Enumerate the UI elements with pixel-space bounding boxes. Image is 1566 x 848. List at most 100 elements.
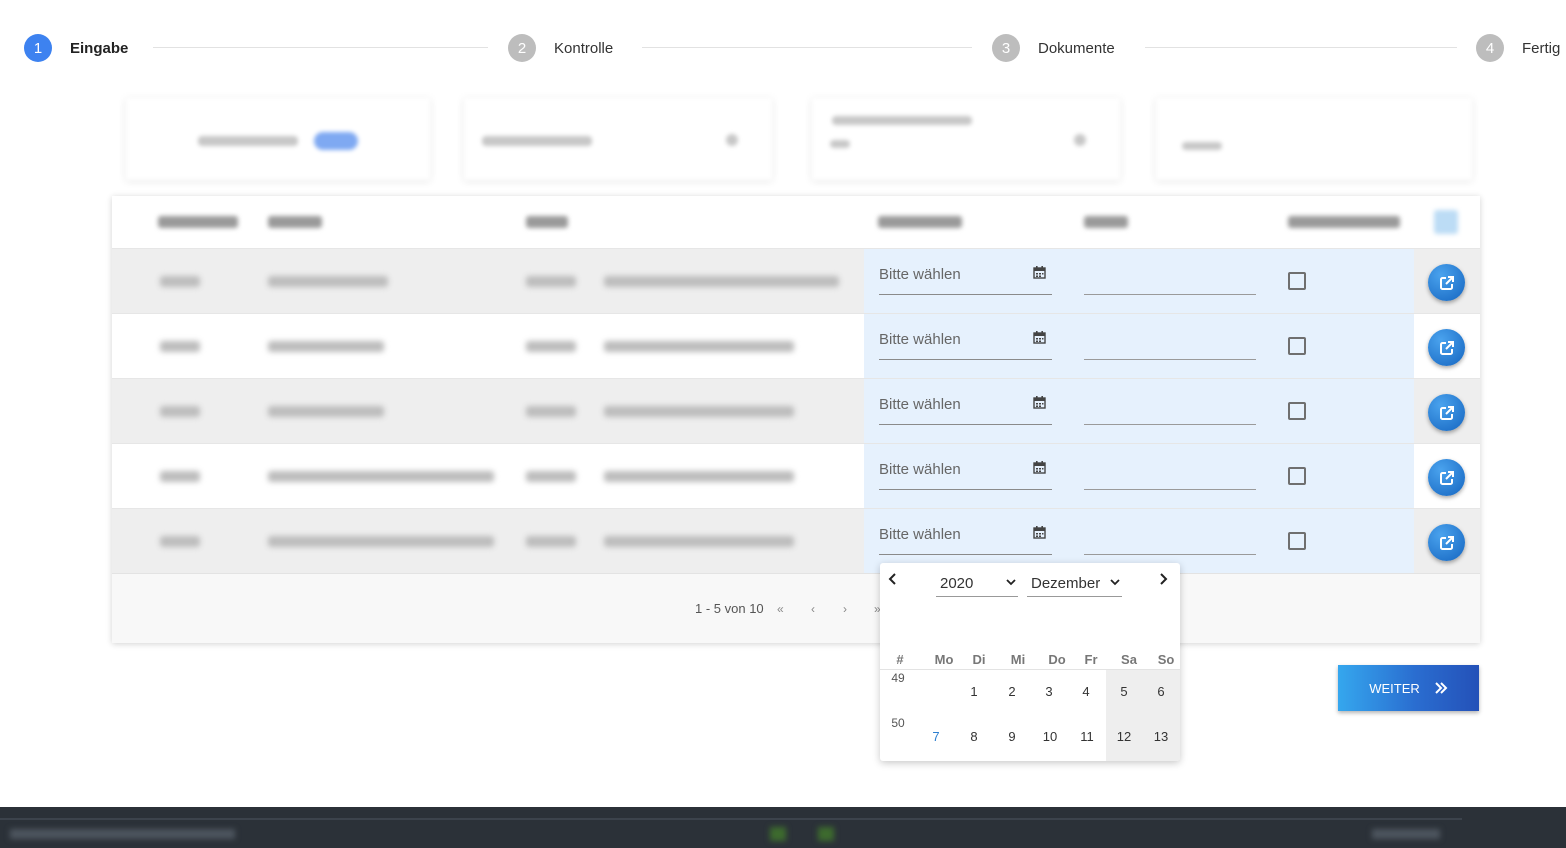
pagination-info: 1 - 5 von 10 (695, 601, 764, 616)
month-select[interactable]: Dezember (1027, 570, 1122, 597)
week-number: 50 (891, 716, 905, 730)
step-label: Fertig (1522, 39, 1561, 57)
step-fertig[interactable]: 4 Fertig (1476, 34, 1560, 62)
row-checkbox[interactable] (1288, 337, 1306, 355)
text-input[interactable] (1084, 489, 1256, 490)
calendar-icon[interactable] (1033, 526, 1046, 539)
external-link-icon (1439, 340, 1454, 355)
table-row: Bitte wählen (112, 248, 1480, 314)
date-placeholder: Bitte wählen (879, 266, 961, 283)
open-external-button[interactable] (1428, 524, 1465, 561)
filter-card[interactable] (464, 98, 772, 180)
row-checkbox[interactable] (1288, 402, 1306, 420)
date-field[interactable]: Bitte wählen (879, 457, 1052, 490)
double-chevron-right-icon (1435, 682, 1448, 694)
external-link-icon (1439, 470, 1454, 485)
calendar-day[interactable]: 12 (1107, 729, 1141, 744)
row-checkbox[interactable] (1288, 532, 1306, 550)
step-label: Dokumente (1038, 39, 1115, 57)
text-input[interactable] (1084, 554, 1256, 555)
step-eingabe[interactable]: 1 Eingabe (24, 34, 128, 62)
weekday-header: Fr (1084, 652, 1098, 667)
step-connector (153, 47, 488, 48)
bottom-status-bar (0, 807, 1566, 848)
table-header (112, 196, 1480, 248)
row-edit-zone: Bitte wählen (864, 379, 1414, 444)
row-checkbox[interactable] (1288, 467, 1306, 485)
week-number-header: # (896, 652, 904, 667)
step-number: 1 (24, 34, 52, 62)
calendar-day[interactable]: 2 (995, 684, 1029, 699)
date-placeholder: Bitte wählen (879, 461, 961, 478)
next-page-button[interactable]: › (843, 602, 847, 616)
calendar-day[interactable]: 9 (995, 729, 1029, 744)
table-footer: 1 - 5 von 10 « ‹ › » (112, 573, 1480, 643)
calendar-day[interactable]: 10 (1033, 729, 1067, 744)
chevron-down-icon (1006, 579, 1016, 586)
month-value: Dezember (1031, 574, 1101, 592)
filter-card[interactable] (126, 98, 430, 180)
step-label: Kontrolle (554, 39, 614, 57)
table-row: Bitte wählen (112, 378, 1480, 444)
filter-card[interactable] (1156, 98, 1472, 180)
calendar-icon[interactable] (1033, 461, 1046, 474)
calendar-day[interactable]: 8 (957, 729, 991, 744)
weekday-header: So (1157, 652, 1175, 667)
open-external-button[interactable] (1428, 394, 1465, 431)
calendar-icon[interactable] (1033, 396, 1046, 409)
calendar-day[interactable]: 3 (1032, 684, 1066, 699)
calendar-icon[interactable] (1033, 331, 1046, 344)
chevron-down-icon (1110, 579, 1120, 586)
first-page-button[interactable]: « (777, 602, 784, 616)
calendar-icon[interactable] (1033, 266, 1046, 279)
next-step-button[interactable]: WEITER (1338, 665, 1479, 711)
step-number: 3 (992, 34, 1020, 62)
date-field[interactable]: Bitte wählen (879, 392, 1052, 425)
text-input[interactable] (1084, 424, 1256, 425)
calendar-day[interactable]: 4 (1069, 684, 1103, 699)
filter-card[interactable] (812, 98, 1120, 180)
calendar-day[interactable]: 13 (1144, 729, 1178, 744)
step-kontrolle[interactable]: 2 Kontrolle (508, 34, 613, 62)
year-value: 2020 (940, 574, 974, 592)
date-field[interactable]: Bitte wählen (879, 522, 1052, 555)
open-external-button[interactable] (1428, 329, 1465, 366)
date-placeholder: Bitte wählen (879, 526, 961, 543)
calendar-day[interactable]: 6 (1144, 684, 1178, 699)
status-text-placeholder (10, 829, 235, 839)
status-indicator-icon (818, 827, 834, 841)
row-checkbox[interactable] (1288, 272, 1306, 290)
calendar-day[interactable]: 5 (1107, 684, 1141, 699)
next-step-label: WEITER (1369, 680, 1420, 696)
row-edit-zone: Bitte wählen (864, 444, 1414, 509)
date-field[interactable]: Bitte wählen (879, 262, 1052, 295)
status-text-placeholder (1372, 829, 1440, 839)
weekday-header: Mi (1010, 652, 1026, 667)
bottom-divider (0, 818, 1462, 820)
prev-page-button[interactable]: ‹ (811, 602, 815, 616)
date-field[interactable]: Bitte wählen (879, 327, 1052, 360)
calendar-day-today[interactable]: 7 (919, 729, 953, 744)
step-number: 2 (508, 34, 536, 62)
step-connector (642, 47, 972, 48)
calendar-day[interactable]: 1 (957, 684, 991, 699)
prev-month-icon[interactable] (883, 569, 903, 589)
date-placeholder: Bitte wählen (879, 331, 961, 348)
external-link-icon (1439, 275, 1454, 290)
open-external-button[interactable] (1428, 459, 1465, 496)
status-indicator-icon (770, 827, 786, 841)
calendar-day[interactable]: 11 (1070, 729, 1104, 744)
text-input[interactable] (1084, 359, 1256, 360)
text-input[interactable] (1084, 294, 1256, 295)
filter-bar (112, 92, 1480, 192)
year-select[interactable]: 2020 (936, 570, 1018, 597)
step-dokumente[interactable]: 3 Dokumente (992, 34, 1115, 62)
row-edit-zone: Bitte wählen (864, 314, 1414, 379)
weekday-header: Sa (1121, 652, 1137, 667)
app-root: { "stepper": { "steps": [ {"number": "1"… (0, 0, 1566, 848)
step-number: 4 (1476, 34, 1504, 62)
week-number: 49 (891, 671, 905, 685)
next-month-icon[interactable] (1153, 569, 1173, 589)
datepicker-popup: 2020 Dezember # Mo Di Mi Do Fr Sa So 49 … (880, 563, 1180, 761)
open-external-button[interactable] (1428, 264, 1465, 301)
